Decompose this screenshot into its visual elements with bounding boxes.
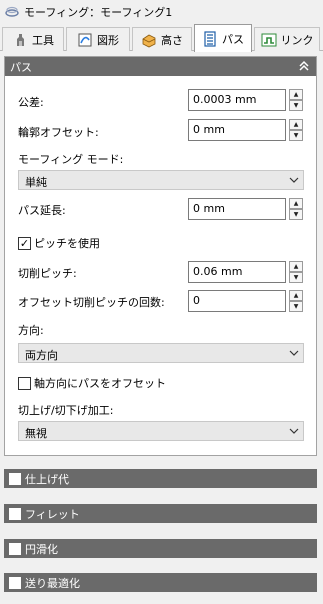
checkbox-icon bbox=[18, 376, 31, 390]
height-icon bbox=[142, 34, 156, 47]
path-extension-label: パス延長: bbox=[18, 204, 66, 217]
morphing-mode-label: モーフィング モード: bbox=[18, 153, 124, 166]
stepover-stepper: 0.06 mm ▲ ▼ bbox=[188, 261, 303, 283]
tab-link[interactable]: リンク bbox=[254, 27, 320, 51]
contour-offset-label: 輪郭オフセット: bbox=[18, 126, 99, 139]
stepover-input[interactable]: 0.06 mm bbox=[188, 261, 286, 283]
checkbox-icon[interactable] bbox=[9, 576, 21, 589]
tab-bar: 工具 図形 高さ パス リンク bbox=[0, 24, 323, 52]
path-section: パス 公差: 0.0003 mm ▲ ▼ 輪郭オフセット: 0 mm ▲ ▼ モ… bbox=[4, 56, 317, 456]
tab-path[interactable]: パス bbox=[194, 24, 252, 52]
stepover-label: 切削ピッチ: bbox=[18, 267, 77, 280]
checkmark-icon: ✓ bbox=[18, 236, 31, 250]
offset-stepover-count-stepper: 0 ▲ ▼ bbox=[188, 290, 303, 312]
checkbox-icon[interactable] bbox=[9, 507, 21, 520]
checkbox-icon[interactable] bbox=[9, 542, 21, 555]
up-down-milling-select[interactable]: 無視 bbox=[18, 421, 304, 441]
path-extension-stepper: 0 mm ▲ ▼ bbox=[188, 198, 303, 220]
direction-select[interactable]: 両方向 bbox=[18, 343, 304, 363]
chevron-down-icon bbox=[289, 350, 299, 356]
tool-icon bbox=[17, 33, 24, 46]
spin-up-icon[interactable]: ▲ bbox=[289, 198, 303, 209]
tolerance-input[interactable]: 0.0003 mm bbox=[188, 89, 286, 111]
collapse-icon[interactable] bbox=[297, 59, 311, 73]
spin-down-icon[interactable]: ▼ bbox=[289, 272, 303, 283]
offset-stepover-count-label: オフセット切削ピッチの回数: bbox=[18, 296, 165, 309]
spin-up-icon[interactable]: ▲ bbox=[289, 261, 303, 272]
tolerance-stepper: 0.0003 mm ▲ ▼ bbox=[188, 89, 303, 111]
checkbox-icon[interactable] bbox=[9, 472, 21, 485]
tab-tool[interactable]: 工具 bbox=[2, 27, 64, 51]
direction-label: 方向: bbox=[18, 324, 44, 337]
spin-down-icon[interactable]: ▼ bbox=[289, 130, 303, 141]
tab-height[interactable]: 高さ bbox=[132, 27, 192, 51]
spin-down-icon[interactable]: ▼ bbox=[289, 301, 303, 312]
contour-offset-stepper: 0 mm ▲ ▼ bbox=[188, 119, 303, 141]
spin-down-icon[interactable]: ▼ bbox=[289, 100, 303, 111]
tab-shape[interactable]: 図形 bbox=[66, 27, 130, 51]
path-section-title: パス bbox=[10, 60, 32, 74]
morphing-icon bbox=[5, 6, 19, 17]
chevron-down-icon bbox=[289, 177, 299, 183]
up-down-milling-label: 切上げ/切下げ加工: bbox=[18, 404, 114, 417]
spin-down-icon[interactable]: ▼ bbox=[289, 209, 303, 220]
path-icon bbox=[204, 30, 216, 47]
smoothing-section[interactable]: 円滑化 bbox=[4, 539, 317, 558]
fillet-section[interactable]: フィレット bbox=[4, 504, 317, 523]
shape-icon bbox=[78, 33, 92, 46]
chevron-down-icon bbox=[289, 428, 299, 434]
path-section-header[interactable]: パス bbox=[5, 57, 316, 76]
use-stepover-checkbox[interactable]: ✓ ピッチを使用 bbox=[18, 235, 100, 251]
contour-offset-input[interactable]: 0 mm bbox=[188, 119, 286, 141]
offset-stepover-count-input[interactable]: 0 bbox=[188, 290, 286, 312]
path-extension-input[interactable]: 0 mm bbox=[188, 198, 286, 220]
feed-optimization-section[interactable]: 送り最適化 bbox=[4, 573, 317, 592]
spin-up-icon[interactable]: ▲ bbox=[289, 290, 303, 301]
morphing-mode-select[interactable]: 単純 bbox=[18, 170, 304, 190]
offset-axial-checkbox[interactable]: 軸方向にパスをオフセット bbox=[18, 375, 166, 391]
spin-up-icon[interactable]: ▲ bbox=[289, 119, 303, 130]
link-icon bbox=[261, 33, 276, 46]
finish-allowance-section[interactable]: 仕上げ代 bbox=[4, 469, 317, 488]
spin-up-icon[interactable]: ▲ bbox=[289, 89, 303, 100]
window-title-bar: モーフィング：モーフィング1 bbox=[0, 0, 323, 24]
window-title: モーフィング：モーフィング1 bbox=[24, 6, 173, 19]
tolerance-label: 公差: bbox=[18, 96, 44, 109]
